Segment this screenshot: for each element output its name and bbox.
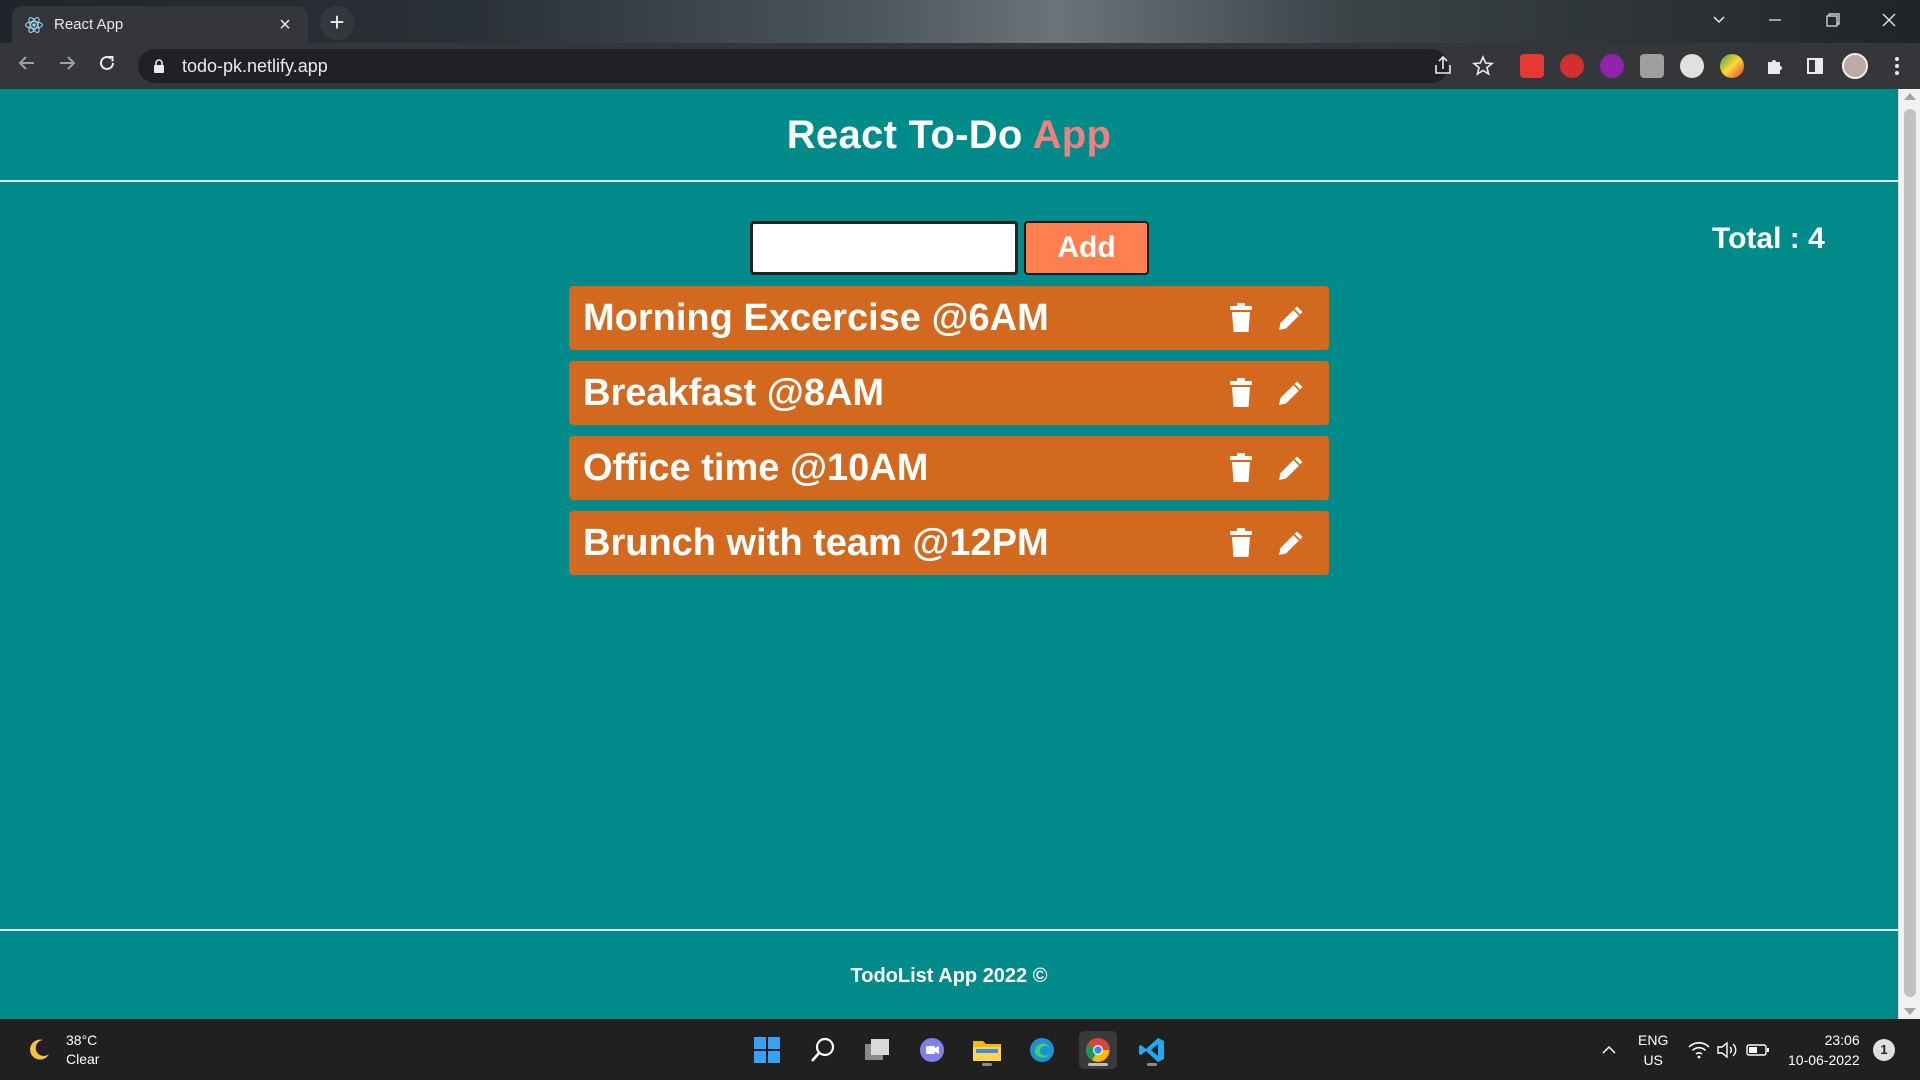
- todo-text: Breakfast @8AM: [583, 371, 885, 414]
- edge-button[interactable]: [1023, 1031, 1061, 1069]
- running-indicator: [982, 1063, 992, 1066]
- edit-pencil-icon[interactable]: [1267, 294, 1315, 342]
- share-icon[interactable]: [1428, 51, 1458, 81]
- windows-icon: [754, 1037, 780, 1063]
- close-tab-icon[interactable]: ×: [274, 15, 296, 35]
- camera-extension-icon[interactable]: [1640, 54, 1664, 78]
- back-button[interactable]: [12, 51, 42, 81]
- extensions-puzzle-icon[interactable]: [1760, 51, 1790, 81]
- profile-avatar[interactable]: [1842, 53, 1868, 79]
- tab-search-icon[interactable]: [1696, 6, 1742, 36]
- tab-title: React App: [54, 16, 124, 33]
- volume-icon: [1717, 1041, 1737, 1058]
- todo-list: Morning Excercise @6AM Breakfast @8AM Of…: [569, 286, 1329, 586]
- task-view-icon: [865, 1039, 889, 1060]
- scroll-down-arrow[interactable]: [1904, 1008, 1916, 1015]
- chrome-button[interactable]: [1079, 1031, 1117, 1069]
- page-content: React To-Do App Add Total : 4 Morning Ex…: [0, 89, 1898, 1019]
- start-button[interactable]: [748, 1031, 786, 1069]
- edge-icon: [1030, 1038, 1054, 1062]
- url-text: todo-pk.netlify.app: [182, 55, 328, 76]
- show-hidden-icons[interactable]: [1600, 1019, 1618, 1080]
- browser-tab[interactable]: React App ×: [12, 6, 308, 43]
- clock[interactable]: 23:06 10-06-2022: [1788, 1019, 1860, 1080]
- battery-icon: [1746, 1043, 1769, 1056]
- todo-text: Morning Excercise @6AM: [583, 296, 1049, 339]
- scrollbar-thumb[interactable]: [1904, 109, 1916, 997]
- new-tab-button[interactable]: +: [320, 6, 354, 40]
- todo-item: Office time @10AM: [569, 436, 1329, 500]
- temperature: 38°C: [66, 1032, 98, 1048]
- todo-item: Brunch with team @12PM: [569, 511, 1329, 575]
- chevron-up-icon: [1602, 1045, 1616, 1054]
- restore-button[interactable]: [1810, 6, 1856, 36]
- app-footer: TodoList App 2022 ©: [0, 929, 1898, 1019]
- address-bar[interactable]: todo-pk.netlify.app: [138, 49, 1448, 83]
- lock-icon: [154, 59, 164, 73]
- running-indicator: [1088, 1063, 1108, 1066]
- delete-icon[interactable]: [1217, 444, 1265, 492]
- forward-button[interactable]: [52, 51, 82, 81]
- system-tray-icons[interactable]: [1688, 1019, 1770, 1080]
- lang-top: ENG: [1638, 1031, 1669, 1048]
- todo-text: Office time @10AM: [583, 446, 929, 489]
- total-count: Total : 4: [1712, 222, 1825, 255]
- menu-kebab-icon[interactable]: [1882, 51, 1912, 81]
- search-button[interactable]: [804, 1031, 842, 1069]
- extension-1-icon[interactable]: [1520, 54, 1544, 78]
- notification-badge[interactable]: 1: [1873, 1039, 1895, 1061]
- todo-item: Breakfast @8AM: [569, 361, 1329, 425]
- extension-5-icon[interactable]: [1680, 54, 1704, 78]
- lang-bottom: US: [1643, 1051, 1663, 1068]
- todo-input[interactable]: [750, 221, 1018, 275]
- title-main: React To-Do: [786, 113, 1023, 157]
- date: 10-06-2022: [1788, 1051, 1860, 1068]
- todo-item: Morning Excercise @6AM: [569, 286, 1329, 350]
- bookmark-star-icon[interactable]: [1468, 51, 1498, 81]
- moon-icon: [30, 1039, 49, 1060]
- edit-pencil-icon[interactable]: [1267, 369, 1315, 417]
- close-window-button[interactable]: [1866, 6, 1912, 36]
- vscode-icon: [1139, 1038, 1164, 1062]
- edit-pencil-icon[interactable]: [1267, 519, 1315, 567]
- task-view-button[interactable]: [858, 1031, 896, 1069]
- wifi-icon: [1688, 1041, 1710, 1058]
- delete-icon[interactable]: [1217, 519, 1265, 567]
- vscode-button[interactable]: [1133, 1031, 1171, 1069]
- scroll-up-arrow[interactable]: [1904, 93, 1916, 100]
- footer-text: TodoList App 2022 ©: [850, 965, 1048, 987]
- chrome-icon: [1086, 1038, 1110, 1062]
- todo-text: Brunch with team @12PM: [583, 521, 1049, 564]
- taskbar: 38°C Clear ENG US 23:06 10-06-2022: [0, 1019, 1920, 1080]
- search-icon: [811, 1037, 835, 1062]
- delete-icon[interactable]: [1217, 294, 1265, 342]
- browser-tab-bar: React App × +: [0, 0, 1920, 43]
- extension-3-icon[interactable]: [1600, 54, 1624, 78]
- extension-6-icon[interactable]: [1720, 54, 1744, 78]
- side-panel-icon[interactable]: [1800, 51, 1830, 81]
- weather-condition: Clear: [66, 1051, 100, 1067]
- folder-icon: [973, 1041, 1001, 1061]
- title-accent: App: [1032, 113, 1112, 157]
- page-scrollbar[interactable]: [1898, 89, 1920, 1019]
- page-title: React To-Do App: [0, 89, 1898, 182]
- time: 23:06: [1824, 1031, 1860, 1048]
- browser-toolbar: todo-pk.netlify.app: [0, 43, 1920, 89]
- chat-icon: [920, 1038, 944, 1062]
- reload-button[interactable]: [92, 51, 122, 81]
- language-indicator[interactable]: ENG US: [1638, 1019, 1668, 1080]
- teams-chat-button[interactable]: [913, 1031, 951, 1069]
- file-explorer-button[interactable]: [968, 1031, 1006, 1069]
- minimize-button[interactable]: [1752, 6, 1798, 36]
- edit-pencil-icon[interactable]: [1267, 444, 1315, 492]
- delete-icon[interactable]: [1217, 369, 1265, 417]
- weather-widget[interactable]: 38°C Clear: [26, 1031, 99, 1069]
- add-button[interactable]: Add: [1024, 221, 1149, 275]
- running-indicator: [1147, 1063, 1157, 1066]
- app-header: React To-Do App: [0, 89, 1898, 182]
- react-icon: [25, 16, 43, 33]
- extension-2-icon[interactable]: [1560, 54, 1584, 78]
